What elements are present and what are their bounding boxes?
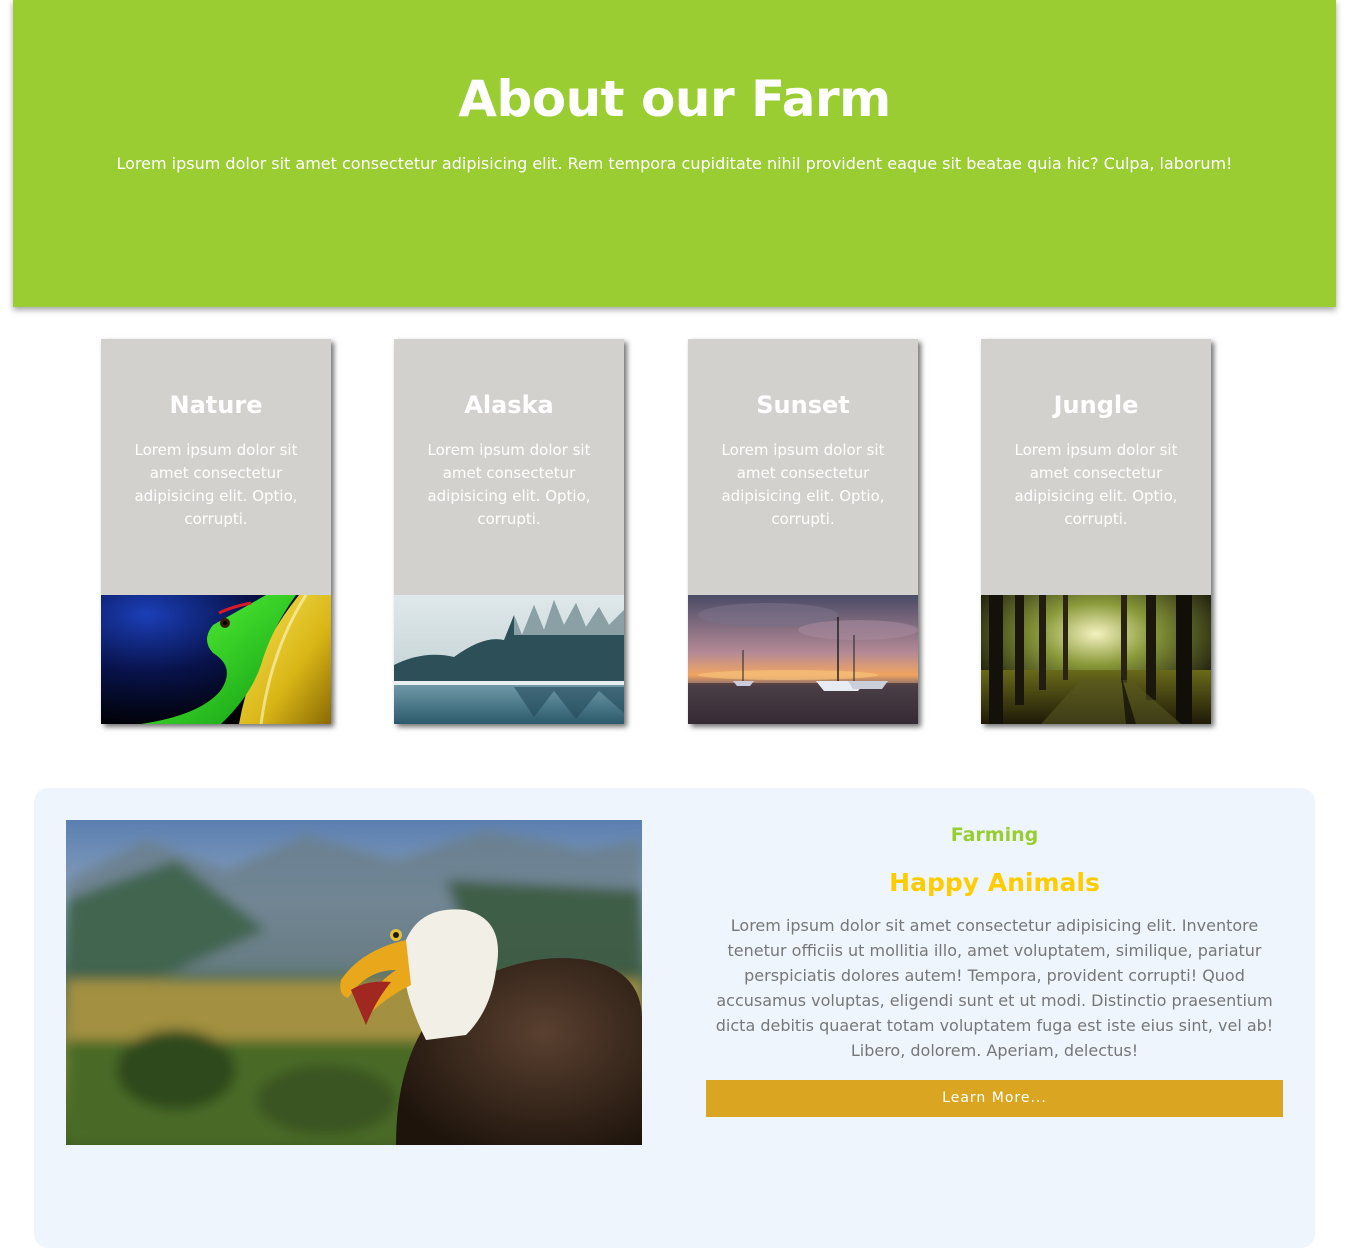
- card-title: Nature: [169, 391, 263, 419]
- forest-path-image: [981, 595, 1211, 724]
- hero-banner: About our Farm Lorem ipsum dolor sit ame…: [13, 0, 1336, 307]
- feature-content: Farming Happy Animals Lorem ipsum dolor …: [706, 820, 1283, 1117]
- card-text: Lorem ipsum dolor sit amet consectetur a…: [721, 441, 885, 528]
- card-nature: Nature Lorem ipsum dolor sit amet consec…: [101, 339, 331, 724]
- card-jungle: Jungle Lorem ipsum dolor sit amet consec…: [981, 339, 1211, 724]
- gecko-image: [101, 595, 331, 724]
- page-title: About our Farm: [458, 70, 891, 128]
- card-sunset: Sunset Lorem ipsum dolor sit amet consec…: [688, 339, 918, 724]
- feature-kicker: Farming: [950, 824, 1039, 846]
- learn-more-button[interactable]: Learn More...: [706, 1080, 1283, 1117]
- snowy-forest-image: [394, 595, 624, 724]
- eagle-image: [66, 820, 642, 1145]
- feature-body: Lorem ipsum dolor sit amet consectetur a…: [715, 916, 1274, 1060]
- card-title: Sunset: [756, 391, 850, 419]
- card-text: Lorem ipsum dolor sit amet consectetur a…: [134, 441, 298, 528]
- card-alaska: Alaska Lorem ipsum dolor sit amet consec…: [394, 339, 624, 724]
- card-title: Jungle: [1053, 391, 1139, 419]
- card-title: Alaska: [464, 391, 554, 419]
- feature-title: Happy Animals: [889, 868, 1100, 897]
- card-text: Lorem ipsum dolor sit amet consectetur a…: [427, 441, 591, 528]
- hero-subtitle: Lorem ipsum dolor sit amet consectetur a…: [116, 154, 1233, 173]
- card-text: Lorem ipsum dolor sit amet consectetur a…: [1014, 441, 1178, 528]
- sailboats-image: [688, 595, 918, 724]
